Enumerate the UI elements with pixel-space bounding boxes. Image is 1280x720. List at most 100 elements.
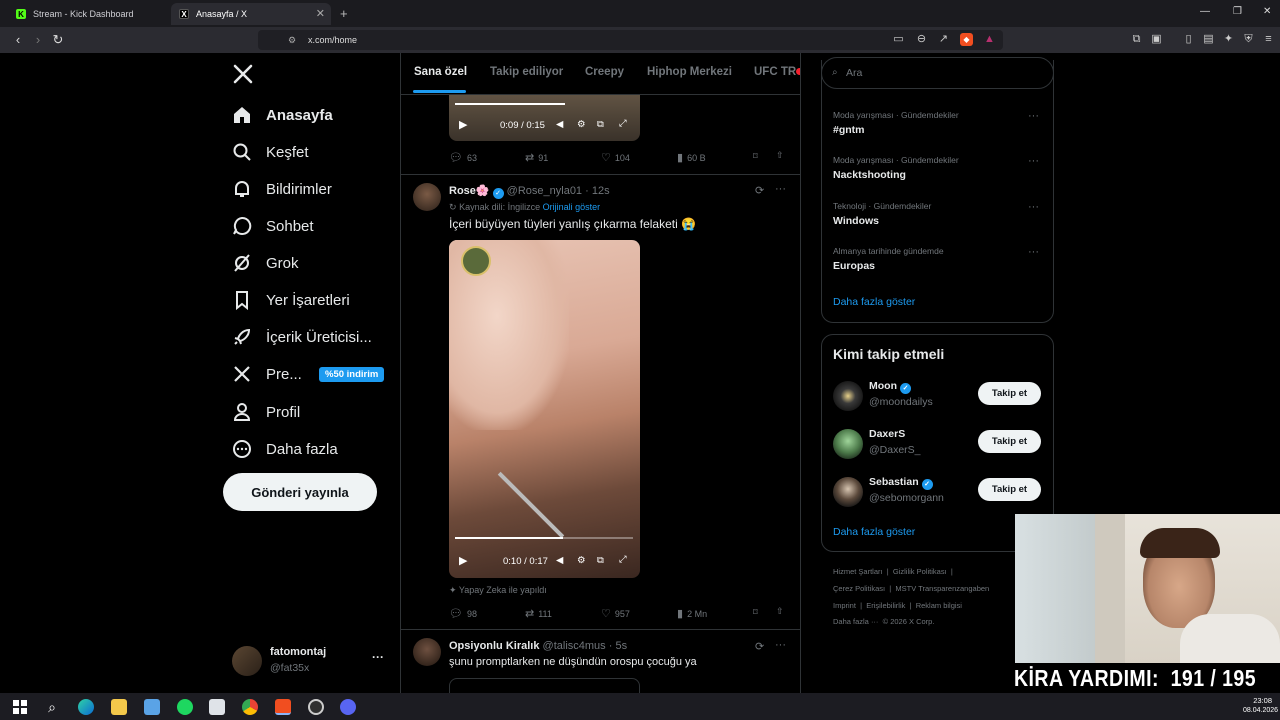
views-button[interactable]: ▮ 2 Mn xyxy=(677,607,707,620)
author-name[interactable]: Opsiyonlu Kiralık xyxy=(449,640,539,652)
avatar[interactable] xyxy=(413,638,441,666)
tweet-time[interactable]: 5s xyxy=(615,640,627,652)
follow-button[interactable]: Takip et xyxy=(978,430,1041,453)
follow-suggestion[interactable]: DaxerS @DaxerS_ Takip et xyxy=(822,425,1053,465)
maximize-button[interactable]: ❐ xyxy=(1233,6,1242,17)
follow-suggestion[interactable]: Sebastian ✓ @sebomorgann Takip et xyxy=(822,473,1053,513)
windows-start-icon[interactable] xyxy=(13,700,27,714)
discord-icon[interactable] xyxy=(340,699,356,715)
like-button[interactable]: ♡ 957 xyxy=(601,607,630,620)
more-dots-icon[interactable]: ··· xyxy=(1028,201,1039,213)
video-progress-bar[interactable] xyxy=(455,537,563,539)
pip-icon[interactable]: ⧉ xyxy=(597,119,604,130)
footer-link[interactable]: Çerez Politikası xyxy=(833,584,885,593)
follow-suggestion[interactable]: Moon ✓ @moondailys Takip et xyxy=(822,377,1053,417)
reload-icon[interactable]: ↻ xyxy=(50,32,66,48)
views-button[interactable]: ▮ 60 B xyxy=(677,151,706,164)
tab-hiphop[interactable]: Hiphop Merkezi xyxy=(647,66,732,78)
grok-icon[interactable]: ⟳ xyxy=(755,640,764,653)
bookmark-tweet-icon[interactable]: ⌑ xyxy=(753,607,758,618)
clock-time[interactable]: 23:08 xyxy=(1250,696,1272,705)
grok-icon[interactable]: ⟳ xyxy=(755,184,764,197)
settings-icon[interactable]: ⚙ xyxy=(577,119,586,130)
site-info-icon[interactable]: ⚙ xyxy=(288,30,296,50)
follow-button[interactable]: Takip et xyxy=(978,382,1041,405)
clock-date[interactable]: 08.04.2026 xyxy=(1243,707,1280,714)
reply-button[interactable]: 💬︎ 98 xyxy=(449,607,477,620)
extensions-icon[interactable]: ⧉ xyxy=(1130,33,1143,46)
forward-icon[interactable]: › xyxy=(30,32,46,47)
back-icon[interactable]: ‹ xyxy=(10,32,26,47)
video-progress-bar[interactable] xyxy=(455,103,565,105)
close-tab-icon[interactable]: ✕ xyxy=(316,7,325,20)
show-more-follow-link[interactable]: Daha fazla göster xyxy=(833,526,915,538)
browser-tab-x[interactable]: X Anasayfa / X ✕ xyxy=(171,3,331,25)
tab-ufc[interactable]: UFC TR xyxy=(754,66,796,78)
sidebar-item-explore[interactable]: Keşfet xyxy=(232,137,309,167)
author-handle[interactable]: @talisc4mus xyxy=(543,640,606,652)
tab-creepy[interactable]: Creepy xyxy=(585,66,624,78)
share-icon[interactable]: ↗ xyxy=(937,33,950,46)
repost-button[interactable]: ⇄ 111 xyxy=(525,607,552,620)
footer-link[interactable]: Hizmet Şartları xyxy=(833,567,883,576)
cast-icon[interactable]: ▭ xyxy=(892,33,905,46)
browser-tab-kick[interactable]: K Stream - Kick Dashboard xyxy=(8,3,168,25)
sidebar-item-notifications[interactable]: Bildirimler xyxy=(232,174,332,204)
vpn-icon[interactable]: ⛨ xyxy=(1242,33,1255,46)
avatar[interactable] xyxy=(413,183,441,211)
footer-link[interactable]: MSTV Transparenzangaben xyxy=(895,584,989,593)
brave-icon[interactable] xyxy=(275,699,291,715)
sidebar-item-chat[interactable]: Sohbet xyxy=(232,211,314,241)
fullscreen-icon[interactable]: ⤢ xyxy=(619,118,627,129)
sidebar-item-grok[interactable]: Grok xyxy=(232,248,299,278)
play-icon[interactable]: ▶ xyxy=(459,118,467,131)
share-tweet-icon[interactable]: ⇧ xyxy=(776,606,784,617)
more-dots-icon[interactable]: ··· xyxy=(775,639,786,651)
new-tab-button[interactable]: + xyxy=(340,6,348,21)
reply-button[interactable]: 💬︎ 63 xyxy=(449,151,477,164)
chrome-icon[interactable] xyxy=(242,699,258,715)
leo-ai-icon[interactable]: ✦ xyxy=(1222,33,1235,46)
brave-shield-icon[interactable]: ◆ xyxy=(960,33,973,46)
obs-icon[interactable] xyxy=(308,699,324,715)
author-name[interactable]: Rose🌸 xyxy=(449,185,490,197)
more-dots-icon[interactable]: ··· xyxy=(775,183,786,195)
calculator-icon[interactable] xyxy=(209,699,225,715)
footer-more-link[interactable]: Daha fazla ··· xyxy=(833,617,878,626)
sidebar-item-bookmarks[interactable]: Yer İşaretleri xyxy=(232,285,350,315)
tweet-video[interactable]: ▶ 0:10 / 0:17 ◀︎ ⚙ ⧉ ⤢ xyxy=(449,240,640,578)
volume-icon[interactable]: ◀︎ xyxy=(556,119,563,130)
author-handle[interactable]: @Rose_nyla01 xyxy=(507,185,582,197)
share-tweet-icon[interactable]: ⇧ xyxy=(776,150,784,161)
footer-link[interactable]: Imprint xyxy=(833,601,856,610)
premium-discount-badge[interactable]: %50 indirim xyxy=(319,367,385,382)
sidebar-item-home[interactable]: Anasayfa xyxy=(232,100,333,130)
volume-icon[interactable]: ◀︎ xyxy=(556,555,563,566)
fullscreen-icon[interactable]: ⤢ xyxy=(619,554,627,565)
reading-list-icon[interactable]: ▣ xyxy=(1150,33,1163,46)
repost-button[interactable]: ⇄ 91 xyxy=(525,151,548,164)
more-dots-icon[interactable]: ··· xyxy=(1028,110,1039,122)
sidebar-item-premium[interactable]: Pre... xyxy=(232,359,302,389)
x-logo-icon[interactable] xyxy=(232,63,254,85)
tweet-time[interactable]: 12s xyxy=(592,185,610,197)
pip-icon[interactable]: ⧉ xyxy=(597,555,604,566)
account-switcher[interactable]: fatomontaj @fat35x ··· xyxy=(224,640,389,682)
tab-for-you[interactable]: Sana özel xyxy=(414,66,467,78)
file-explorer-icon[interactable] xyxy=(111,699,127,715)
play-icon[interactable]: ▶ xyxy=(459,554,467,567)
show-original-link[interactable]: Orijinali göster xyxy=(543,202,601,212)
more-dots-icon[interactable]: ··· xyxy=(1028,155,1039,167)
spotify-icon[interactable] xyxy=(177,699,193,715)
zoom-icon[interactable]: ⊖ xyxy=(915,33,928,46)
wallet-icon[interactable]: ▤ xyxy=(1202,33,1215,46)
tab-following[interactable]: Takip ediliyor xyxy=(490,66,563,78)
show-more-trends-link[interactable]: Daha fazla göster xyxy=(833,296,915,308)
settings-icon[interactable]: ⚙ xyxy=(577,555,586,566)
close-window-button[interactable]: ✕ xyxy=(1263,6,1271,17)
bookmark-tweet-icon[interactable]: ⌑ xyxy=(753,151,758,162)
sidebar-item-profile[interactable]: Profil xyxy=(232,397,300,427)
edge-icon[interactable] xyxy=(78,699,94,715)
minimize-button[interactable]: — xyxy=(1200,6,1210,17)
footer-link[interactable]: Reklam bilgisi xyxy=(916,601,962,610)
